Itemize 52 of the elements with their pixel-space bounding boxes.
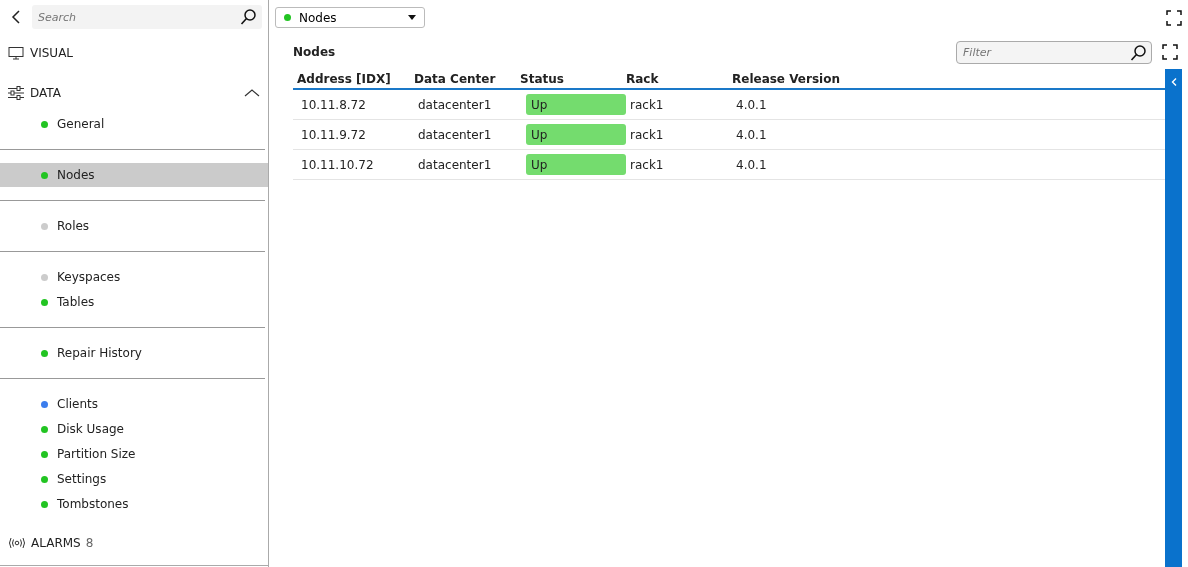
search-icon <box>1130 44 1146 61</box>
caret-icon <box>408 15 416 20</box>
sliders-icon <box>8 86 24 100</box>
monitor-icon <box>8 46 24 60</box>
section-label[interactable]: DATA <box>30 86 238 100</box>
fullscreen-button[interactable] <box>1166 9 1182 26</box>
table-cell-text: datacenter1 <box>417 97 493 112</box>
status-badge: Up <box>526 124 626 145</box>
chevron-up-icon <box>244 88 260 98</box>
search-field[interactable]: Search <box>32 5 262 29</box>
sidebar-item[interactable]: Keyspaces <box>0 265 265 289</box>
table-cell-text: 10.11.10.72 <box>300 157 375 172</box>
alarm-count: 8 <box>85 536 94 550</box>
panel-title: Nodes <box>293 45 336 59</box>
sidebar-item[interactable]: Partition Size <box>0 442 265 466</box>
table-cell-text: 4.0.1 <box>735 97 768 112</box>
broadcast-icon <box>8 537 26 549</box>
status-badge: Up <box>526 94 626 115</box>
sidebar-item[interactable]: General <box>0 112 265 136</box>
collapse-button[interactable] <box>244 88 260 98</box>
search-icon <box>240 9 256 25</box>
column-header[interactable]: Status <box>516 71 622 86</box>
fullscreen-button[interactable] <box>1162 44 1178 60</box>
table-cell-text: datacenter1 <box>417 127 493 142</box>
section-label[interactable]: VISUAL <box>30 46 260 60</box>
alarms-label[interactable]: ALARMS <box>31 536 81 550</box>
fullscreen-icon <box>1166 9 1182 26</box>
sidebar-item[interactable]: Clients <box>0 392 265 416</box>
table-cell-text: datacenter1 <box>417 157 493 172</box>
table-cell-text: 10.11.9.72 <box>300 127 367 142</box>
fullscreen-icon <box>1162 44 1178 60</box>
sidebar-item[interactable]: Disk Usage <box>0 417 265 441</box>
table-cell-text: 4.0.1 <box>735 157 768 172</box>
table-cell-text: 4.0.1 <box>735 127 768 142</box>
status-badge: Up <box>526 154 626 175</box>
table-cell-text: rack1 <box>629 157 665 172</box>
column-header[interactable]: Address [IDX] <box>293 71 410 86</box>
column-header[interactable]: Release Version <box>728 71 1165 86</box>
sidebar-item[interactable]: Settings <box>0 467 265 491</box>
sidebar-item[interactable]: Tombstones <box>0 492 265 516</box>
sidebar-item[interactable]: Tables <box>0 290 265 314</box>
sidebar-item[interactable]: Repair History <box>0 341 265 365</box>
column-header[interactable]: Rack <box>622 71 728 86</box>
table-cell-text: rack1 <box>629 97 665 112</box>
sidebar-item[interactable]: Roles <box>0 214 265 238</box>
sidebar-item[interactable]: Nodes <box>0 163 268 187</box>
table-cell-text: 10.11.8.72 <box>300 97 367 112</box>
chevron-left-icon <box>1170 78 1177 86</box>
view-dropdown[interactable]: Nodes <box>275 7 425 28</box>
column-header[interactable]: Data Center <box>410 71 516 86</box>
table-cell-text: rack1 <box>629 127 665 142</box>
filter-field[interactable]: Filter <box>956 40 1152 64</box>
